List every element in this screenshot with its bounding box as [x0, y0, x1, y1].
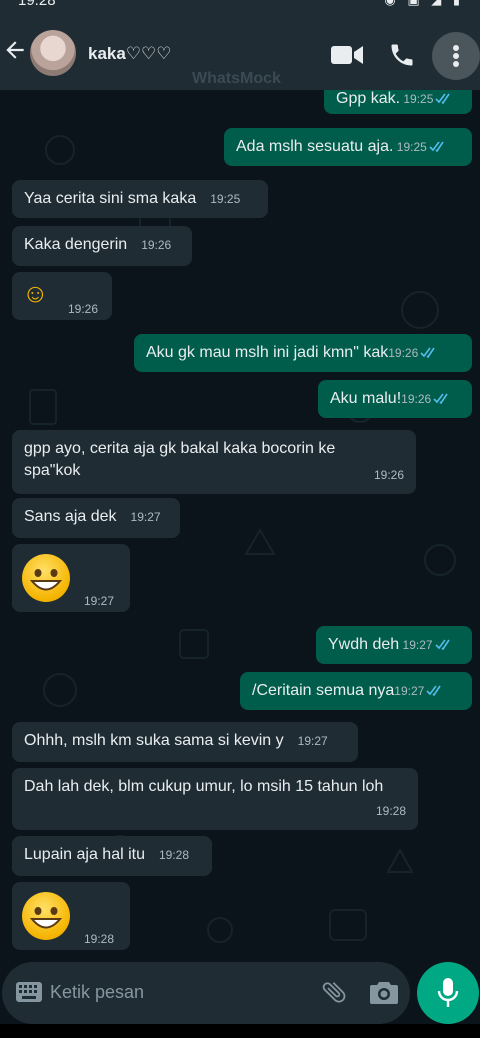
read-receipt-icon	[434, 639, 450, 650]
voice-message-button[interactable]	[417, 962, 479, 1024]
microphone-icon	[437, 978, 459, 1007]
message-input[interactable]: Ketik pesan	[2, 962, 410, 1024]
message-time: 19:25	[210, 192, 241, 206]
message-time: 19:27	[130, 510, 161, 524]
message-time: 19:26	[373, 468, 404, 482]
message-time: 19:25	[400, 92, 453, 106]
message-time: 19:25	[393, 140, 446, 154]
message-incoming[interactable]: Kaka dengerin 19:26	[12, 226, 192, 266]
message-input-placeholder: Ketik pesan	[50, 982, 145, 1002]
grinning-emoji-icon: 😁	[22, 892, 70, 940]
message-time: 19:26	[388, 346, 438, 360]
dot-icon	[453, 61, 459, 67]
dot-icon	[453, 53, 459, 59]
message-incoming[interactable]: 😁 19:28	[12, 882, 130, 950]
message-time: 19:26	[141, 238, 172, 252]
keyboard-icon[interactable]	[16, 982, 42, 1002]
system-nav-bar	[0, 1024, 480, 1038]
message-incoming[interactable]: Lupain aja hal itu 19:28	[12, 836, 212, 876]
message-text: Dah lah dek, blm cukup umur, lo msih 15 …	[24, 778, 384, 795]
message-outgoing[interactable]: Gpp kak. 19:25	[324, 90, 472, 114]
message-text: Ywdh deh	[328, 636, 400, 653]
message-outgoing[interactable]: /Ceritain semua nya19:27	[240, 672, 472, 710]
message-incoming[interactable]: 😁 19:27	[12, 544, 130, 612]
message-time: 19:26	[401, 392, 451, 406]
read-receipt-icon	[420, 347, 435, 358]
message-time: 19:28	[375, 804, 406, 818]
contact-name[interactable]: kaka♡♡♡	[88, 44, 172, 64]
read-receipt-icon	[435, 93, 451, 104]
read-receipt-icon	[429, 141, 444, 152]
message-text: Aku malu!	[330, 390, 402, 407]
status-time: 19.28	[18, 0, 56, 9]
message-text: Lupain aja hal itu	[24, 846, 145, 863]
chat-area[interactable]: Gpp kak. 19:25 Ada mslh sesuatu aja. 19:…	[0, 90, 480, 962]
paperclip-icon[interactable]	[320, 978, 348, 1006]
message-text: Ohhh, mslh km suka sama si kevin y	[24, 732, 284, 749]
message-text: Sans aja dek	[24, 508, 117, 525]
message-text: Kaka dengerin	[24, 236, 128, 253]
dot-icon	[453, 45, 459, 51]
message-text: Aku gk mau mslh ini jadi kmn" kak	[146, 344, 389, 361]
back-arrow-icon[interactable]	[2, 37, 28, 63]
message-outgoing[interactable]: Ada mslh sesuatu aja. 19:25	[224, 128, 472, 166]
avatar[interactable]	[30, 30, 76, 76]
read-receipt-icon	[426, 685, 441, 696]
grinning-emoji-icon: 😁	[22, 554, 70, 602]
message-incoming[interactable]: Sans aja dek 19:27	[12, 498, 180, 538]
status-bar: 19.28 ◉ ▣ ◢ ▮	[0, 0, 480, 10]
message-time: 19:27	[399, 638, 452, 652]
chat-header: kaka♡♡♡ WhatsMock	[0, 10, 480, 90]
message-outgoing[interactable]: Ywdh deh 19:27	[316, 626, 472, 664]
voice-call-icon[interactable]	[388, 41, 416, 69]
message-incoming[interactable]: Dah lah dek, blm cukup umur, lo msih 15 …	[12, 768, 418, 830]
message-text: gpp ayo, cerita aja gk bakal kaka bocori…	[24, 440, 336, 479]
message-time: 19:26	[68, 302, 99, 316]
status-icons: ◉ ▣ ◢ ▮	[384, 0, 464, 8]
message-text: Ada mslh sesuatu aja.	[236, 138, 394, 155]
read-receipt-icon	[433, 393, 448, 404]
message-time: 19:27	[394, 684, 444, 698]
message-outgoing[interactable]: Aku malu!19:26	[318, 380, 472, 418]
message-composer: Ketik pesan	[0, 962, 480, 1024]
message-incoming[interactable]: Yaa cerita sini sma kaka 19:25	[12, 180, 268, 218]
more-options-button[interactable]	[432, 32, 480, 80]
message-emoji: ☺	[22, 278, 49, 308]
message-incoming[interactable]: gpp ayo, cerita aja gk bakal kaka bocori…	[12, 430, 416, 494]
message-time: 19:28	[84, 932, 115, 946]
message-incoming[interactable]: Ohhh, mslh km suka sama si kevin y 19:27	[12, 722, 358, 762]
camera-icon[interactable]	[370, 980, 398, 1004]
watermark: WhatsMock	[192, 70, 281, 87]
video-call-icon[interactable]	[331, 44, 363, 66]
message-time: 19:27	[84, 594, 115, 608]
message-text: /Ceritain semua nya	[252, 682, 395, 699]
message-time: 19:28	[158, 848, 190, 862]
message-text: Gpp kak.	[336, 90, 401, 107]
message-time: 19:27	[297, 734, 328, 748]
message-outgoing[interactable]: Aku gk mau mslh ini jadi kmn" kak19:26	[134, 334, 472, 372]
message-text: Yaa cerita sini sma kaka	[24, 190, 197, 207]
message-incoming[interactable]: ☺ 19:26	[12, 272, 112, 320]
